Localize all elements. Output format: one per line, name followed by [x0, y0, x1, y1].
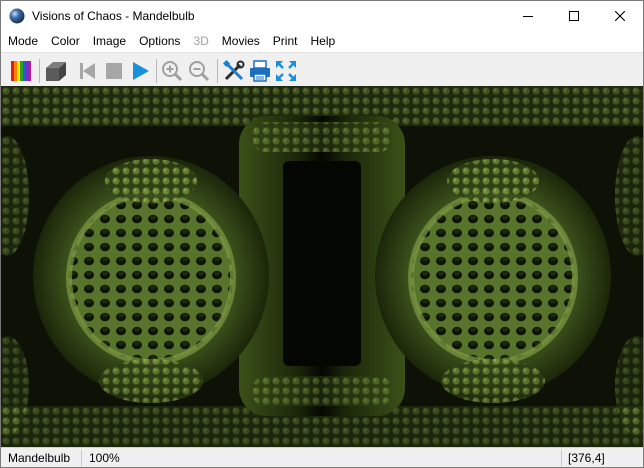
settings-tools-icon: [222, 59, 245, 81]
zoom-out-icon: [189, 61, 210, 82]
play-icon: [133, 62, 149, 80]
toolbar-separator: [217, 59, 218, 83]
fullscreen-button[interactable]: [274, 59, 298, 83]
menu-help[interactable]: Help: [303, 31, 341, 51]
fractal-canvas[interactable]: [1, 86, 643, 447]
maximize-icon: [569, 11, 579, 21]
status-bar: Mandelbulb 100% [376,4]: [1, 447, 643, 467]
status-divider: [561, 450, 562, 466]
color-palette-icon: [11, 61, 31, 81]
settings-tools-button[interactable]: [222, 59, 246, 83]
toolbar-separator: [156, 59, 157, 83]
stop-icon: [106, 63, 122, 79]
menu-3d[interactable]: 3D: [186, 31, 214, 51]
toolbar-separator: [39, 59, 40, 83]
3d-cube-icon: [46, 62, 66, 81]
status-mode: Mandelbulb: [8, 451, 71, 465]
close-button[interactable]: [597, 1, 643, 31]
zoom-in-button[interactable]: [160, 59, 184, 83]
app-window: Visions of Chaos - Mandelbulb Mode Color…: [0, 0, 644, 468]
zoom-out-button[interactable]: [187, 59, 211, 83]
minimize-icon: [523, 16, 533, 17]
menu-movies[interactable]: Movies: [215, 31, 266, 51]
zoom-in-icon: [162, 61, 183, 82]
close-icon: [615, 11, 625, 21]
status-zoom: 100%: [89, 451, 120, 465]
menu-print[interactable]: Print: [266, 31, 304, 51]
menu-options[interactable]: Options: [132, 31, 186, 51]
play-button[interactable]: [128, 59, 152, 83]
menu-image[interactable]: Image: [86, 31, 132, 51]
printer-button[interactable]: [248, 59, 272, 83]
printer-icon: [250, 60, 270, 82]
menu-color[interactable]: Color: [44, 31, 86, 51]
rewind-button[interactable]: [75, 59, 99, 83]
menu-bar: Mode Color Image Options 3D Movies Print…: [1, 31, 643, 51]
visions-of-chaos-orb-icon: [9, 8, 25, 24]
window-title: Visions of Chaos - Mandelbulb: [32, 9, 195, 23]
window-controls: [505, 1, 643, 31]
title-bar[interactable]: Visions of Chaos - Mandelbulb: [1, 1, 643, 31]
mandelbulb-fractal-render: [1, 86, 643, 447]
stop-button[interactable]: [102, 59, 126, 83]
maximize-button[interactable]: [551, 1, 597, 31]
menu-mode[interactable]: Mode: [1, 31, 44, 51]
color-palette-button[interactable]: [9, 59, 33, 83]
3d-cube-button[interactable]: [44, 59, 68, 83]
minimize-button[interactable]: [505, 1, 551, 31]
rewind-icon: [80, 63, 95, 79]
status-divider: [81, 450, 82, 466]
fullscreen-icon: [276, 61, 296, 81]
status-coords: [376,4]: [568, 451, 605, 465]
toolbar: [1, 52, 643, 87]
